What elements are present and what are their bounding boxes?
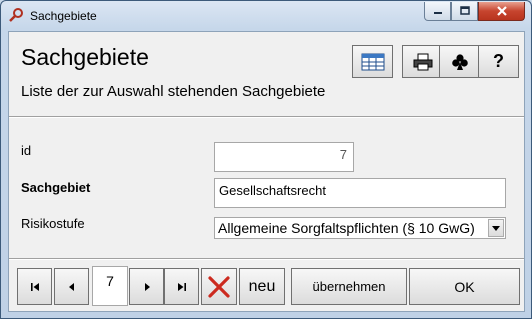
maximize-button[interactable] (451, 2, 478, 21)
risikostufe-value: Allgemeine Sorgfaltspflichten (§ 10 GwG) (218, 220, 475, 236)
dropdown-button[interactable] (488, 219, 504, 237)
page-subtitle: Liste der zur Auswahl stehenden Sachgebi… (21, 83, 326, 100)
id-value: 7 (339, 147, 347, 162)
print-icon (413, 53, 432, 70)
risikostufe-label: Risikostufe (21, 216, 85, 231)
title-bar[interactable]: Sachgebiete (1, 1, 531, 31)
key-search-icon (9, 8, 23, 22)
record-number: 7 (106, 273, 114, 289)
next-record-icon (144, 282, 150, 291)
last-record-button[interactable] (164, 268, 199, 305)
app-window: Sachgebiete Sachgebiete Liste der zur Au… (0, 0, 532, 319)
form-client-area: Sachgebiete Liste der zur Auswahl stehen… (8, 31, 525, 312)
help-icon: ? (493, 51, 504, 71)
sachgebiet-value: Gesellschaftsrecht (219, 183, 326, 198)
first-record-icon (30, 282, 39, 291)
chevron-down-icon (492, 225, 500, 231)
previous-record-button[interactable] (54, 268, 89, 305)
maximize-icon (459, 6, 470, 15)
close-button[interactable] (478, 2, 525, 21)
id-field[interactable]: 7 (214, 142, 354, 172)
minimize-icon (433, 12, 442, 14)
new-record-button[interactable]: neu (239, 268, 285, 305)
record-number-field[interactable]: 7 (92, 266, 128, 306)
club-button[interactable] (439, 45, 480, 78)
last-record-icon (177, 282, 186, 291)
apply-button[interactable]: übernehmen (291, 268, 407, 305)
header-divider-highlight (9, 117, 524, 118)
id-label: id (21, 143, 32, 158)
delete-x-icon (208, 275, 230, 298)
form-header: Sachgebiete Liste der zur Auswahl stehen… (9, 32, 524, 112)
sachgebiet-input[interactable]: Gesellschaftsrecht (214, 178, 506, 208)
club-icon (451, 53, 468, 70)
previous-record-icon (68, 282, 74, 291)
datasheet-view-icon (361, 53, 384, 70)
page-title: Sachgebiete (21, 44, 149, 70)
print-button[interactable] (402, 45, 443, 78)
help-button[interactable]: ? (478, 45, 519, 78)
delete-record-button[interactable] (201, 268, 237, 305)
window-title: Sachgebiete (30, 9, 97, 23)
sachgebiet-label: Sachgebiet (21, 180, 91, 195)
minimize-button[interactable] (424, 2, 451, 21)
next-record-button[interactable] (129, 268, 164, 305)
footer-divider-highlight (9, 259, 524, 260)
close-icon (496, 6, 507, 16)
first-record-button[interactable] (17, 268, 52, 305)
risikostufe-select[interactable]: Allgemeine Sorgfaltspflichten (§ 10 GwG) (214, 217, 506, 239)
datasheet-view-button[interactable] (352, 45, 393, 78)
ok-button[interactable]: OK (409, 268, 520, 305)
